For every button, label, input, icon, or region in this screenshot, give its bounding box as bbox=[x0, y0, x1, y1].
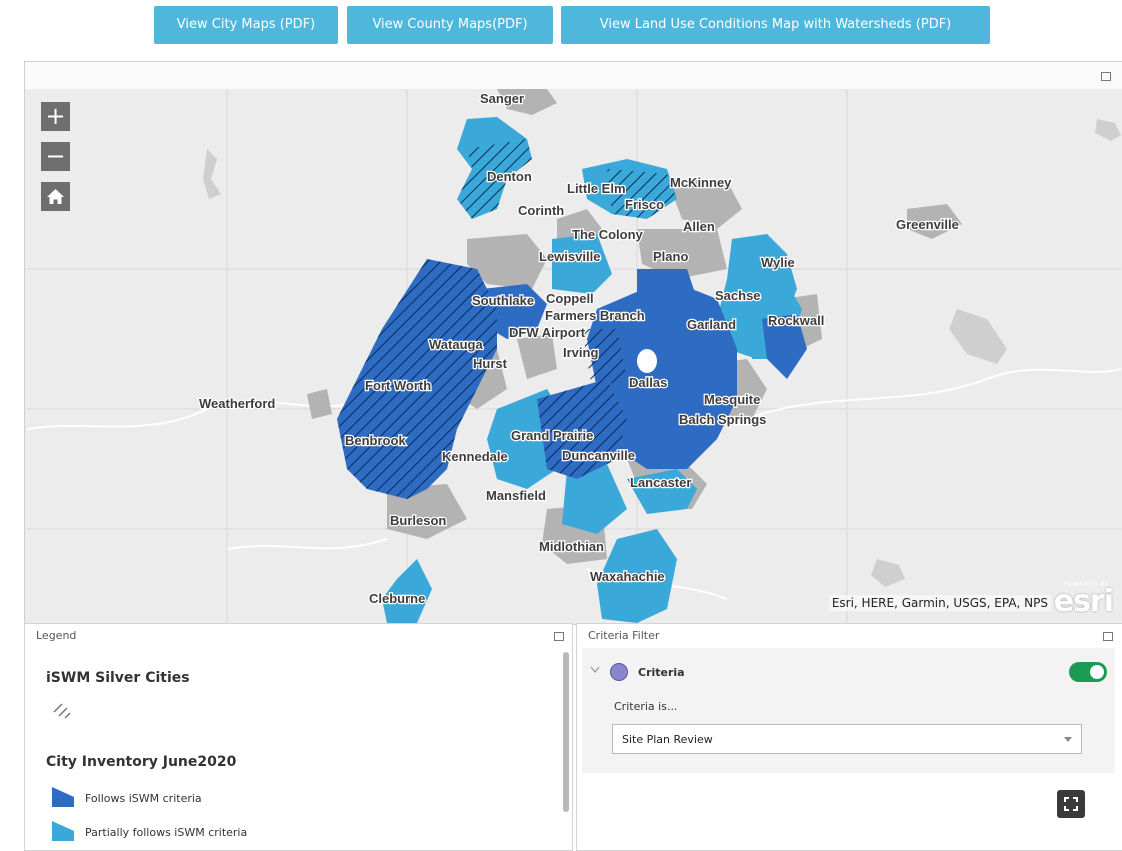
legend-item-follows: Follows iSWM criteria bbox=[85, 792, 202, 805]
city-label: The Colony bbox=[572, 227, 644, 242]
city-label: McKinney bbox=[670, 175, 732, 190]
city-label: Kennedale bbox=[442, 449, 508, 464]
city-label: Lewisville bbox=[539, 249, 600, 264]
criteria-value-select[interactable]: Site Plan Review bbox=[612, 724, 1082, 754]
city-label: Rockwall bbox=[768, 313, 824, 328]
city-inventory-title: City Inventory June2020 bbox=[46, 754, 237, 770]
criteria-circle-icon bbox=[610, 663, 628, 681]
criteria-toggle[interactable] bbox=[1069, 662, 1107, 682]
map-widget: Sanger Denton Little Elm Frisco McKinney… bbox=[24, 61, 1122, 625]
criteria-condition-label: Criteria is... bbox=[614, 700, 678, 713]
selected-value: Site Plan Review bbox=[622, 733, 713, 746]
view-city-maps-button[interactable]: View City Maps (PDF) bbox=[154, 6, 338, 44]
criteria-header-label: Criteria Filter bbox=[588, 629, 660, 642]
city-label: Wylie bbox=[761, 255, 795, 270]
legend-scrollbar[interactable] bbox=[563, 652, 569, 812]
map-header bbox=[25, 62, 1122, 89]
city-label: Dallas bbox=[629, 375, 667, 390]
city-label: Lancaster bbox=[630, 475, 691, 490]
city-label: Coppell bbox=[546, 291, 594, 306]
map-attribution: Esri, HERE, Garmin, USGS, EPA, NPS bbox=[828, 595, 1051, 611]
hatch-swatch-icon bbox=[53, 703, 71, 719]
map-svg: Sanger Denton Little Elm Frisco McKinney… bbox=[27, 89, 1121, 623]
legend-header-label: Legend bbox=[36, 629, 77, 642]
dropdown-arrow-icon bbox=[1064, 737, 1072, 742]
zoom-in-button[interactable]: + bbox=[41, 102, 70, 131]
follows-swatch-icon bbox=[52, 787, 74, 807]
criteria-name: Criteria bbox=[638, 666, 685, 679]
city-label: Balch Springs bbox=[679, 412, 766, 427]
city-label: Greenville bbox=[896, 217, 959, 232]
home-icon bbox=[47, 189, 64, 204]
city-label: Plano bbox=[653, 249, 688, 264]
city-label: Waxahachie bbox=[590, 569, 665, 584]
city-label: Grand Prairie bbox=[511, 428, 593, 443]
criteria-expression: Criteria Criteria is... Site Plan Review bbox=[582, 648, 1115, 773]
legend-panel: Legend iSWM Silver Cities City Inventory… bbox=[24, 623, 573, 851]
city-label: Corinth bbox=[518, 203, 564, 218]
fullscreen-icon bbox=[1064, 797, 1078, 811]
city-label: Benbrook bbox=[345, 433, 406, 448]
legend-item-partial: Partially follows iSWM criteria bbox=[85, 826, 248, 839]
city-label: Duncanville bbox=[562, 448, 635, 463]
criteria-maximize-icon[interactable] bbox=[1103, 632, 1113, 641]
city-label: Little Elm bbox=[567, 181, 626, 196]
map-canvas[interactable]: Sanger Denton Little Elm Frisco McKinney… bbox=[27, 89, 1121, 623]
city-label: Burleson bbox=[390, 513, 446, 528]
home-button[interactable] bbox=[41, 182, 70, 211]
city-label: Midlothian bbox=[539, 539, 604, 554]
legend-header: Legend bbox=[25, 624, 572, 648]
city-label: Garland bbox=[687, 317, 736, 332]
city-label: Hurst bbox=[473, 356, 508, 371]
criteria-filter-panel: Criteria Filter Criteria Criteria is... … bbox=[576, 623, 1122, 851]
esri-logo: POWERED BY esri bbox=[1053, 581, 1115, 619]
city-label: Weatherford bbox=[199, 396, 275, 411]
maximize-icon[interactable] bbox=[1101, 72, 1111, 81]
silver-cities-title: iSWM Silver Cities bbox=[46, 670, 190, 686]
city-label: Mesquite bbox=[704, 392, 760, 407]
view-county-maps-button[interactable]: View County Maps(PDF) bbox=[347, 6, 553, 44]
city-label: Cleburne bbox=[369, 591, 425, 606]
toggle-knob bbox=[1090, 665, 1104, 679]
city-label: Fort Worth bbox=[365, 378, 431, 393]
city-label: Allen bbox=[683, 219, 715, 234]
city-label: Farmers Branch bbox=[545, 308, 645, 323]
city-label: Mansfield bbox=[486, 488, 546, 503]
zoom-out-button[interactable]: − bbox=[41, 142, 70, 171]
esri-wordmark: esri bbox=[1053, 584, 1114, 619]
view-land-use-map-button[interactable]: View Land Use Conditions Map with Waters… bbox=[561, 6, 990, 44]
city-label: DFW Airport bbox=[509, 325, 586, 340]
city-label: Sanger bbox=[480, 91, 524, 106]
criteria-header: Criteria Filter bbox=[577, 624, 1122, 648]
legend-maximize-icon[interactable] bbox=[554, 632, 564, 641]
fullscreen-button[interactable] bbox=[1057, 790, 1085, 818]
city-label: Sachse bbox=[715, 288, 761, 303]
map-holes bbox=[637, 349, 657, 373]
partial-swatch-icon bbox=[52, 821, 74, 841]
city-label: Irving bbox=[563, 345, 598, 360]
chevron-down-icon[interactable] bbox=[590, 666, 600, 674]
city-label: Southlake bbox=[472, 293, 534, 308]
city-label: Denton bbox=[487, 169, 532, 184]
city-label: Frisco bbox=[625, 197, 664, 212]
city-label: Watauga bbox=[429, 337, 483, 352]
